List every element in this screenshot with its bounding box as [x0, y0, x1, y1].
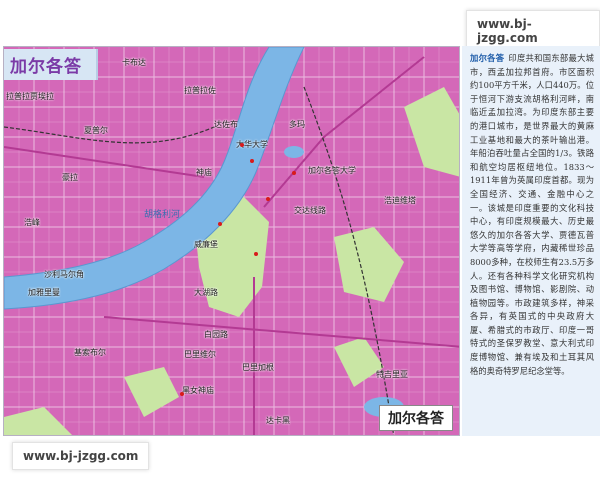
map-label: 神庙 [196, 168, 212, 177]
map-label: 多玛 [289, 120, 305, 129]
map-label: 拉普拉佐 [184, 86, 216, 95]
map-label: 特吉里亚 [376, 370, 408, 379]
map-label: 加尔各答大学 [308, 166, 356, 175]
lake-north [284, 146, 304, 158]
river-label: 胡格利河 [144, 210, 181, 220]
map-frame: 加尔各答 拉普拉贾埃拉 夏普尔 豪拉 拉普拉佐 卡布达 达佐布 多玛 浩迪维塔 … [0, 46, 600, 436]
map-label: 黑女神庙 [182, 386, 214, 395]
map-label: 豪拉 [62, 173, 78, 182]
map-label: 交达线路 [294, 206, 326, 215]
map-label: 巴里加根 [242, 363, 274, 372]
map-label: 达卡黑 [266, 416, 290, 425]
poi-marker[interactable] [218, 222, 222, 226]
map-label: 浩迪维塔 [384, 196, 416, 205]
map-label: 巴里维尔 [184, 350, 216, 359]
map-label: 浩峰 [24, 218, 40, 227]
map-label: 拉普拉贾埃拉 [6, 92, 54, 101]
description-text: 印度共和国东部最大城市，西孟加拉邦首府。市区面积约100平方千米，人口440万。… [470, 53, 594, 376]
map-label: 加雅里曼 [28, 288, 60, 297]
watermark-bottom: www.bj-jzgg.com [12, 442, 150, 470]
map-label: 基索布尔 [74, 348, 106, 357]
poi-marker[interactable] [266, 197, 270, 201]
map-label: 威廉堡 [194, 240, 218, 249]
poi-marker[interactable] [240, 143, 244, 147]
description-panel: 加尔各答 印度共和国东部最大城市，西孟加拉邦首府。市区面积约100平方千米，人口4… [462, 46, 600, 436]
poi-marker[interactable] [250, 159, 254, 163]
description-city-name: 加尔各答 [470, 53, 505, 63]
poi-marker[interactable] [292, 171, 296, 175]
map-label: 夏普尔 [84, 126, 108, 135]
city-map[interactable]: 加尔各答 拉普拉贾埃拉 夏普尔 豪拉 拉普拉佐 卡布达 达佐布 多玛 浩迪维塔 … [3, 46, 460, 436]
poi-marker[interactable] [180, 392, 184, 396]
map-label: 大湖路 [194, 288, 218, 297]
map-label: 卡布达 [122, 58, 146, 67]
map-label: 达佐布 [214, 120, 238, 129]
poi-marker[interactable] [254, 252, 258, 256]
city-name-box: 加尔各答 [379, 405, 453, 431]
map-title: 加尔各答 [4, 49, 98, 80]
map-label: 白园路 [204, 330, 228, 339]
map-label: 沙利马尔角 [44, 270, 84, 279]
